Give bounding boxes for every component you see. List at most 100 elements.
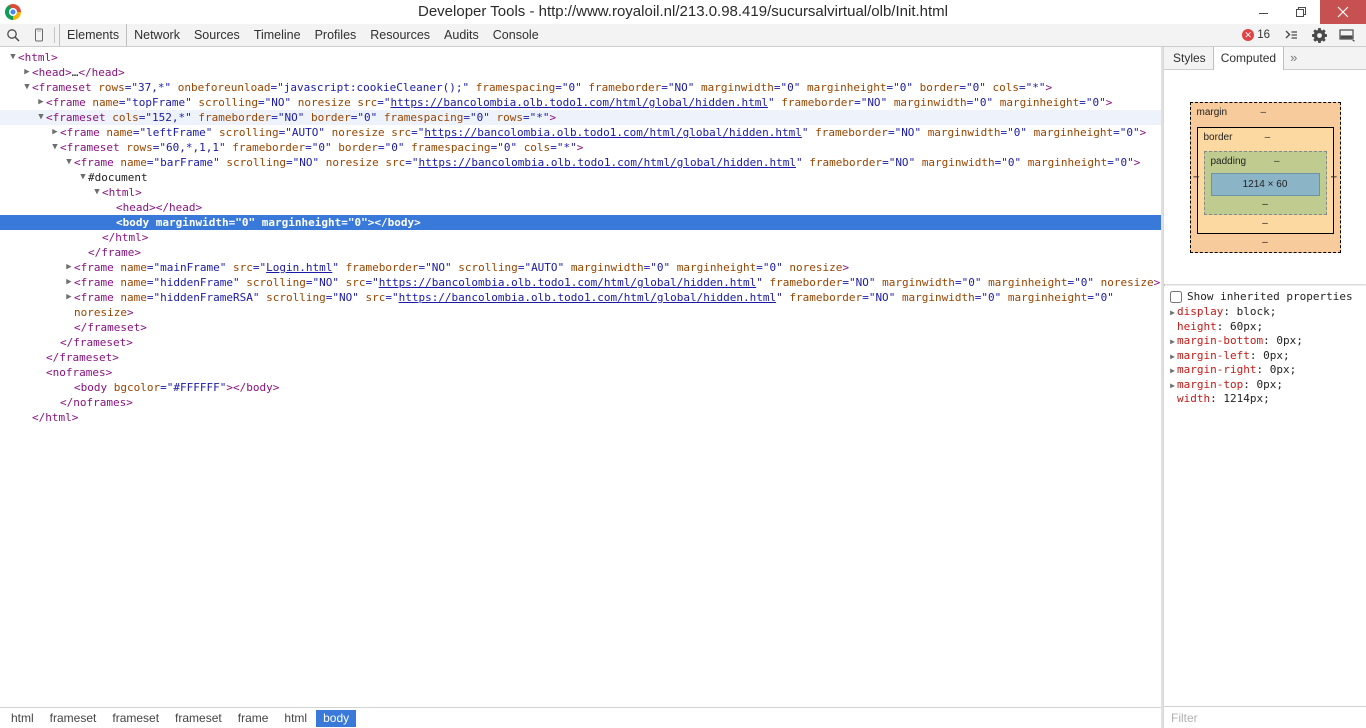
attribute-name[interactable]: src [233,261,253,274]
attribute-value[interactable]: NO [339,291,352,304]
dom-node-document-17[interactable]: ▶noresize> [0,305,1161,320]
attribute-value[interactable]: 37,* [138,81,165,94]
attribute-name[interactable]: scrolling [458,261,518,274]
property-disclosure-triangle[interactable]: ▶ [1168,350,1177,365]
tab-audits[interactable]: Audits [437,24,486,46]
dom-node-frame-13[interactable]: ▶</frame> [0,245,1161,260]
attribute-value[interactable]: NO [901,126,914,139]
attribute-value[interactable]: https://bancolombia.olb.todo1.com/html/g… [418,156,796,169]
attribute-value[interactable]: NO [867,96,880,109]
attribute-name[interactable]: scrolling [266,291,326,304]
attribute-value[interactable]: NO [895,156,908,169]
attribute-name[interactable]: name [106,126,133,139]
disclosure-triangle[interactable]: ▶ [78,245,88,260]
dom-node-frameset-4[interactable]: ▼ <frameset cols="152,*" frameborder="NO"… [0,110,1161,125]
computed-property-margin-left[interactable]: ▶ margin-left: 0px; [1168,349,1366,364]
attribute-name[interactable]: noresize [326,156,379,169]
attribute-value[interactable]: AUTO [292,126,319,139]
console-drawer-icon[interactable] [1278,24,1304,46]
attribute-value[interactable]: 0 [318,141,325,154]
attribute-name[interactable]: noresize [74,306,127,319]
attribute-name[interactable]: frameborder [769,276,842,289]
disclosure-triangle[interactable]: ▼ [92,185,102,200]
disclosure-triangle[interactable]: ▼ [64,155,74,170]
breadcrumb-item-html-5[interactable]: html [277,710,314,727]
disclosure-triangle[interactable]: ▶ [22,65,32,80]
box-model-border[interactable]: border – – – padding – – – 1214 × 60 – – [1194,126,1337,234]
dom-node-html-24[interactable]: ▶</html> [0,410,1161,425]
attribute-name[interactable]: scrolling [219,126,279,139]
dom-node-frameset-20[interactable]: ▶</frameset> [0,350,1161,365]
attribute-name[interactable]: scrolling [198,96,258,109]
attribute-value[interactable]: NO [299,156,312,169]
attribute-name[interactable]: frameborder [198,111,271,124]
attribute-value[interactable]: * [536,111,543,124]
dom-node-frameset-19[interactable]: ▶</frameset> [0,335,1161,350]
dom-node-noframes-23[interactable]: ▶</noframes> [0,395,1161,410]
attribute-name[interactable]: frameborder [815,126,888,139]
attribute-name[interactable]: marginheight [1008,291,1087,304]
attribute-value[interactable]: topFrame [132,96,185,109]
attribute-name[interactable]: cols [524,141,551,154]
attribute-name[interactable]: marginwidth [882,276,955,289]
property-value[interactable]: : 0px; [1250,349,1290,362]
disclosure-triangle[interactable]: ▶ [64,290,74,305]
disclosure-triangle[interactable]: ▼ [22,80,32,95]
dom-node-document-8[interactable]: ▼ #document [0,170,1161,185]
attribute-value[interactable]: 0 [657,261,664,274]
box-model-padding-bottom[interactable]: – [1211,196,1320,210]
property-disclosure-triangle[interactable]: ▶ [1168,306,1177,321]
box-model-padding-left[interactable]: – [1194,172,1200,183]
property-value[interactable]: : 0px; [1243,378,1283,391]
disclosure-triangle[interactable]: ▶ [106,200,116,215]
disclosure-triangle[interactable]: ▶ [92,230,102,245]
dom-node-frameset-6[interactable]: ▼ <frameset rows="60,*,1,1" frameborder="… [0,140,1161,155]
attribute-name[interactable]: cols [992,81,1019,94]
attribute-name[interactable]: marginwidth [156,216,229,229]
attribute-name[interactable]: noresize [298,96,351,109]
box-model-margin[interactable]: margin – – – border – – – padding – – – … [1189,101,1341,253]
dom-node-frameset-2[interactable]: ▼ <frameset rows="37,*" onbeforeunload="j… [0,80,1161,95]
attribute-name[interactable]: border [311,111,351,124]
attribute-name[interactable]: rows [496,111,523,124]
attribute-value[interactable]: https://bancolombia.olb.todo1.com/html/g… [379,276,757,289]
attribute-name[interactable]: framespacing [411,141,490,154]
dom-node-html-9[interactable]: ▼ <html> [0,185,1161,200]
attribute-value[interactable]: mainFrame [160,261,220,274]
attribute-name[interactable]: marginwidth [922,156,995,169]
dom-node-frame-15[interactable]: ▶ <frame name="hiddenFrame" scrolling="NO… [0,275,1161,290]
gear-icon[interactable] [1306,24,1332,46]
dom-node-html-12[interactable]: ▶</html> [0,230,1161,245]
box-model-content-size[interactable]: 1214 × 60 [1210,172,1320,196]
attribute-value[interactable]: NO [875,291,888,304]
attribute-name[interactable]: border [920,81,960,94]
property-value[interactable]: : 1214px; [1210,392,1270,405]
computed-property-width[interactable]: ▶width: 1214px; [1168,392,1366,407]
dom-node-frameset-18[interactable]: ▶</frameset> [0,320,1161,335]
box-model-margin-bottom[interactable]: – [1197,234,1334,248]
tab-network[interactable]: Network [127,24,187,46]
attribute-name[interactable]: rows [98,81,125,94]
attribute-value[interactable]: hiddenFrame [160,276,233,289]
attribute-value[interactable]: NO [319,276,332,289]
box-model-border-bottom[interactable]: – [1204,215,1327,229]
filter-bar[interactable] [1164,706,1366,728]
attribute-value[interactable]: 0 [968,276,975,289]
dom-node-frame-5[interactable]: ▶ <frame name="leftFrame" scrolling="AUTO… [0,125,1161,140]
dom-node-frame-16[interactable]: ▶ <frame name="hiddenFrameRSA" scrolling=… [0,290,1161,305]
property-disclosure-triangle[interactable]: ▶ [1168,335,1177,350]
disclosure-triangle[interactable]: ▼ [8,50,18,65]
attribute-name[interactable]: marginwidth [894,96,967,109]
attribute-value[interactable]: https://bancolombia.olb.todo1.com/html/g… [399,291,777,304]
attribute-name[interactable]: name [120,156,147,169]
box-model-border-top[interactable]: – [1265,132,1295,143]
disclosure-triangle[interactable]: ▼ [50,140,60,155]
disclosure-triangle[interactable]: ▶ [36,365,46,380]
attribute-name[interactable]: marginwidth [701,81,774,94]
attribute-name[interactable]: marginwidth [571,261,644,274]
attribute-value[interactable]: javascript:cookieCleaner(); [284,81,463,94]
disclosure-triangle[interactable]: ▶ [36,350,46,365]
dom-tree-panel[interactable]: ▼ <html> ▶ <head>…</head> ▼ <frameset rows="3… [0,47,1161,706]
attribute-value[interactable]: hiddenFrameRSA [160,291,253,304]
attribute-name[interactable]: frameborder [809,156,882,169]
